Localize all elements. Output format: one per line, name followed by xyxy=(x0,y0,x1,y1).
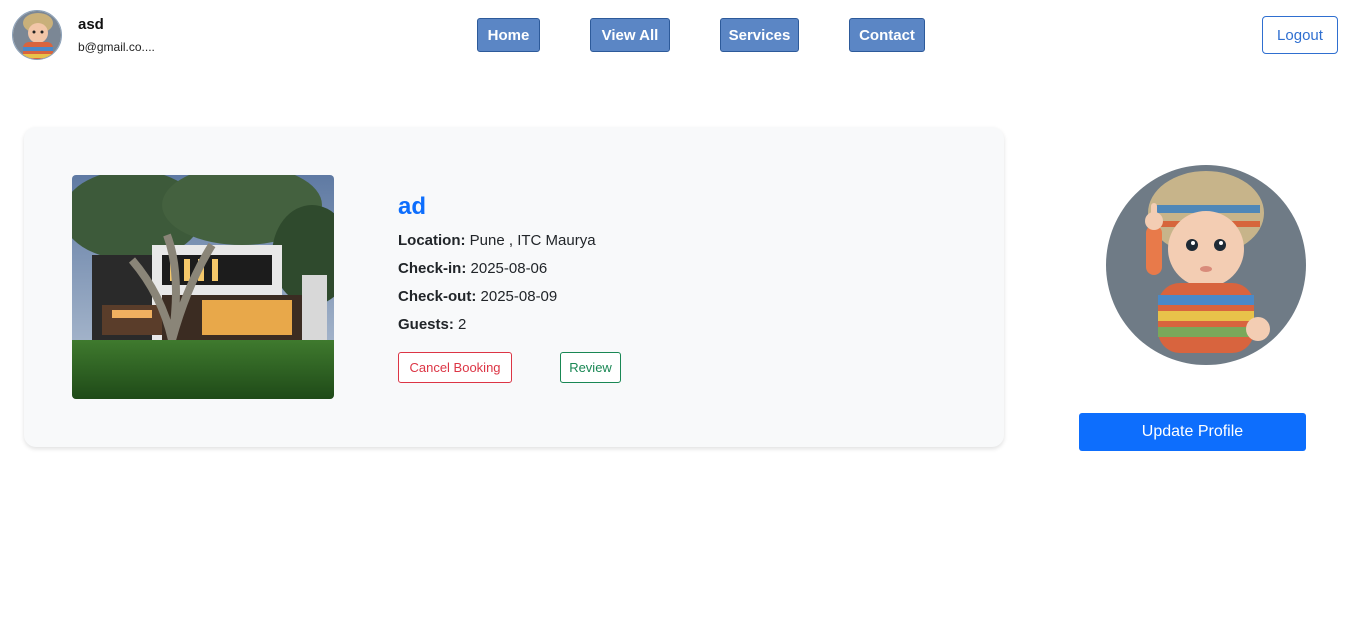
top-header: asd b@gmail.co.... Home View All Service… xyxy=(0,0,1366,72)
checkin-row: Check-in: 2025-08-06 xyxy=(398,260,547,277)
checkout-row: Check-out: 2025-08-09 xyxy=(398,288,557,305)
checkout-value: 2025-08-09 xyxy=(480,288,558,305)
guests-row: Guests: 2 xyxy=(398,316,466,333)
profile-avatar-large xyxy=(1106,165,1306,365)
location-label: Location: xyxy=(398,232,466,249)
location-value: Pune , ITC Maurya xyxy=(469,232,596,249)
nav-services-button[interactable]: Services xyxy=(720,18,799,52)
checkout-label: Check-out: xyxy=(398,288,477,305)
user-email: b@gmail.co.... xyxy=(78,40,155,54)
checkin-label: Check-in: xyxy=(398,260,467,277)
logout-button[interactable]: Logout xyxy=(1262,16,1338,54)
review-button[interactable]: Review xyxy=(560,352,621,383)
cancel-booking-button[interactable]: Cancel Booking xyxy=(398,352,512,383)
update-profile-button[interactable]: Update Profile xyxy=(1079,413,1306,451)
guests-value: 2 xyxy=(458,316,467,333)
checkin-value: 2025-08-06 xyxy=(470,260,548,277)
property-photo xyxy=(72,175,334,399)
location-row: Location: Pune , ITC Maurya xyxy=(398,232,596,249)
user-name: asd xyxy=(78,16,104,33)
nav-view-all-button[interactable]: View All xyxy=(590,18,670,52)
avatar[interactable] xyxy=(12,10,62,60)
guests-label: Guests: xyxy=(398,316,454,333)
property-title: ad xyxy=(398,193,427,220)
nav-contact-button[interactable]: Contact xyxy=(849,18,925,52)
booking-card: ad Location: Pune , ITC Maurya Check-in:… xyxy=(24,127,1004,447)
nav-home-button[interactable]: Home xyxy=(477,18,540,52)
